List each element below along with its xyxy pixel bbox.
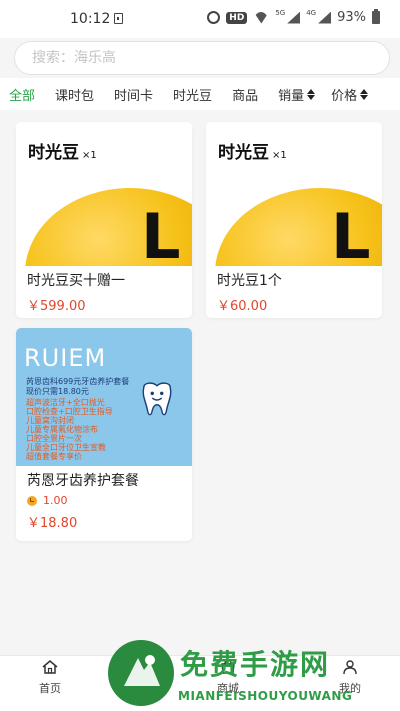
product-name: 时光豆买十赠一	[27, 273, 125, 289]
status-bar: 10:12 HD 5G 4G 93%	[0, 0, 400, 38]
tab-sort-sales[interactable]: 销量	[278, 85, 316, 104]
product-image-title: 时光豆 ×1	[28, 138, 97, 163]
dental-promo-line: 现价只需18.80元	[26, 387, 89, 396]
tab-sort-price-label: 价格	[331, 88, 358, 104]
battery-percent: 93%	[337, 10, 366, 25]
product-card[interactable]: RUIEM 芮恩齿科699元牙齿养护套餐 现价只需18.80元 超声波洁牙+全口…	[16, 328, 192, 541]
signal-4g-icon	[318, 11, 332, 24]
wifi-icon	[253, 12, 269, 24]
tab-sort-price[interactable]: 价格	[331, 85, 369, 104]
dental-promo-line: 超值套餐专享价	[26, 452, 82, 461]
image-title-text: 时光豆	[218, 143, 269, 163]
product-name: 芮恩牙齿养护套餐	[27, 473, 139, 489]
product-image: L 时光豆 ×1	[206, 122, 382, 266]
status-icons: HD 5G 4G 93%	[207, 8, 380, 25]
dental-promo-line: 芮恩齿科699元牙齿养护套餐	[26, 377, 130, 386]
tab-goods[interactable]: 商品	[232, 85, 258, 104]
network-4g-label: 4G	[306, 8, 317, 17]
product-image: RUIEM 芮恩齿科699元牙齿养护套餐 现价只需18.80元 超声波洁牙+全口…	[16, 328, 192, 466]
product-name: 时光豆1个	[217, 273, 282, 289]
product-price: ￥18.80	[27, 516, 78, 531]
product-image: L 时光豆 ×1	[16, 122, 192, 266]
hd-badge: HD	[226, 11, 248, 24]
product-price: ￥60.00	[217, 299, 268, 314]
battery-icon	[372, 9, 380, 24]
product-image-title: 时光豆 ×1	[218, 138, 287, 163]
tab-time-bean[interactable]: 时光豆	[173, 85, 212, 104]
watermark-logo	[108, 640, 174, 706]
image-multiplier: ×1	[82, 150, 97, 161]
sort-arrows-icon	[307, 88, 316, 100]
signal-5g-icon	[287, 11, 301, 24]
watermark-title: 免费手游网	[180, 648, 331, 681]
tab-all[interactable]: 全部	[9, 85, 35, 104]
product-price: ￥599.00	[27, 299, 86, 314]
bean-letter: L	[331, 200, 371, 266]
nav-home[interactable]: 首页	[20, 660, 80, 696]
sim-card-icon	[114, 13, 123, 24]
nav-home-label: 首页	[39, 682, 61, 695]
tab-lesson-package[interactable]: 课时包	[55, 85, 94, 104]
product-card[interactable]: L 时光豆 ×1 时光豆买十赠一 ￥599.00	[16, 122, 192, 318]
search-bar	[14, 41, 390, 75]
watermark-subtitle: MIANFEISHOUYOUWANG	[178, 689, 353, 703]
product-card[interactable]: L 时光豆 ×1 时光豆1个 ￥60.00	[206, 122, 382, 318]
bean-letter: L	[141, 200, 181, 266]
tab-time-card[interactable]: 时间卡	[114, 85, 153, 104]
user-icon	[343, 660, 357, 675]
search-input[interactable]	[15, 42, 389, 74]
alarm-icon	[207, 11, 221, 24]
status-time: 10:12	[70, 11, 111, 27]
tooth-mascot-icon	[142, 382, 172, 416]
coin-icon	[27, 495, 37, 506]
tab-sort-sales-label: 销量	[278, 88, 305, 104]
network-5g-label: 5G	[275, 8, 286, 17]
category-tabs: 全部 课时包 时间卡 时光豆 商品 销量 价格	[0, 78, 400, 110]
image-multiplier: ×1	[272, 150, 287, 161]
dental-brand-logo: RUIEM	[24, 344, 107, 372]
sort-arrows-icon	[360, 88, 369, 100]
home-icon	[42, 660, 58, 674]
coin-amount: 1.00	[43, 494, 68, 507]
coin-price: 1.00	[16, 494, 192, 507]
image-title-text: 时光豆	[28, 143, 79, 163]
